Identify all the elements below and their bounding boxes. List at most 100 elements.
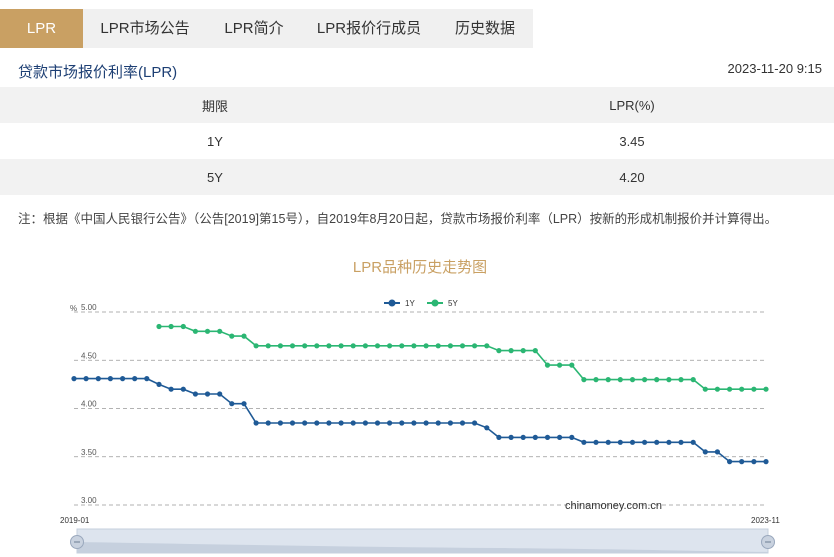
data-point-1y[interactable]: [289, 420, 296, 426]
data-point-5y[interactable]: [241, 333, 247, 339]
data-point-5y[interactable]: [678, 377, 684, 383]
data-point-1y[interactable]: [374, 420, 381, 426]
tab-lpr-quoting-banks[interactable]: LPR报价行成员: [301, 9, 437, 48]
data-point-1y[interactable]: [702, 449, 708, 455]
data-point-5y[interactable]: [387, 343, 393, 349]
legend-1y-label[interactable]: 1Y: [405, 299, 415, 308]
data-point-5y[interactable]: [763, 386, 769, 392]
data-point-5y[interactable]: [714, 386, 721, 392]
data-point-5y[interactable]: [289, 343, 296, 349]
data-point-1y[interactable]: [544, 434, 551, 440]
data-point-1y[interactable]: [532, 434, 538, 440]
data-point-1y[interactable]: [569, 434, 575, 440]
tab-lpr[interactable]: LPR: [0, 9, 83, 48]
data-point-1y[interactable]: [447, 420, 453, 426]
data-point-5y[interactable]: [569, 362, 575, 368]
data-point-1y[interactable]: [496, 434, 502, 440]
data-point-5y[interactable]: [156, 323, 162, 330]
data-point-5y[interactable]: [702, 386, 708, 392]
data-point-5y[interactable]: [666, 377, 672, 383]
data-point-1y[interactable]: [472, 420, 478, 426]
data-point-5y[interactable]: [751, 386, 757, 392]
data-point-5y[interactable]: [581, 377, 587, 383]
data-point-1y[interactable]: [338, 420, 344, 426]
data-point-1y[interactable]: [484, 425, 490, 431]
data-point-5y[interactable]: [338, 343, 344, 349]
data-point-1y[interactable]: [107, 376, 113, 382]
data-point-1y[interactable]: [605, 439, 611, 445]
data-point-1y[interactable]: [739, 459, 745, 465]
data-point-5y[interactable]: [277, 343, 283, 349]
data-point-1y[interactable]: [666, 439, 672, 445]
data-point-5y[interactable]: [362, 343, 368, 349]
data-point-1y[interactable]: [265, 420, 271, 426]
data-point-1y[interactable]: [654, 439, 660, 445]
data-point-5y[interactable]: [399, 343, 405, 349]
data-point-5y[interactable]: [265, 343, 271, 349]
data-point-5y[interactable]: [435, 343, 441, 349]
tab-lpr-introduction[interactable]: LPR简介: [207, 9, 301, 48]
data-point-5y[interactable]: [314, 343, 320, 349]
data-point-1y[interactable]: [168, 386, 174, 392]
data-point-5y[interactable]: [229, 333, 235, 339]
data-point-1y[interactable]: [217, 391, 223, 397]
data-point-1y[interactable]: [132, 376, 138, 382]
data-point-5y[interactable]: [204, 328, 211, 334]
data-point-5y[interactable]: [593, 377, 599, 383]
data-point-1y[interactable]: [156, 381, 162, 387]
data-point-5y[interactable]: [496, 348, 502, 354]
data-point-1y[interactable]: [71, 376, 77, 382]
data-point-5y[interactable]: [423, 343, 429, 349]
data-point-1y[interactable]: [350, 420, 356, 426]
data-point-5y[interactable]: [326, 343, 332, 349]
data-point-1y[interactable]: [399, 420, 405, 426]
tab-history-data[interactable]: 历史数据: [437, 9, 533, 48]
range-slider[interactable]: [70, 528, 775, 554]
data-point-1y[interactable]: [326, 420, 332, 426]
data-point-5y[interactable]: [411, 343, 417, 349]
data-point-1y[interactable]: [581, 439, 587, 445]
data-point-1y[interactable]: [557, 434, 563, 440]
data-point-5y[interactable]: [484, 343, 490, 349]
data-point-1y[interactable]: [727, 459, 733, 465]
data-point-5y[interactable]: [472, 343, 478, 349]
data-point-5y[interactable]: [192, 328, 198, 334]
data-point-5y[interactable]: [217, 328, 223, 334]
data-point-1y[interactable]: [593, 439, 599, 445]
data-point-1y[interactable]: [229, 401, 235, 407]
data-point-5y[interactable]: [727, 386, 733, 392]
legend-5y-label[interactable]: 5Y: [448, 299, 458, 308]
data-point-5y[interactable]: [459, 343, 466, 349]
data-point-5y[interactable]: [447, 343, 453, 349]
data-point-5y[interactable]: [374, 343, 381, 349]
data-point-1y[interactable]: [678, 439, 684, 445]
data-point-5y[interactable]: [508, 348, 514, 354]
data-point-5y[interactable]: [557, 362, 563, 368]
data-point-1y[interactable]: [642, 439, 648, 445]
data-point-5y[interactable]: [253, 343, 259, 349]
data-point-1y[interactable]: [520, 434, 526, 440]
data-point-1y[interactable]: [192, 391, 198, 397]
data-point-5y[interactable]: [544, 362, 551, 368]
data-point-1y[interactable]: [411, 420, 417, 426]
data-point-1y[interactable]: [83, 376, 89, 382]
data-point-1y[interactable]: [423, 420, 429, 426]
data-point-1y[interactable]: [690, 439, 696, 445]
data-point-1y[interactable]: [302, 420, 308, 426]
data-point-1y[interactable]: [204, 391, 211, 397]
tab-lpr-market-announcement[interactable]: LPR市场公告: [83, 9, 207, 48]
data-point-5y[interactable]: [168, 323, 174, 330]
data-point-5y[interactable]: [180, 323, 186, 330]
data-point-1y[interactable]: [253, 420, 259, 426]
data-point-5y[interactable]: [605, 377, 611, 383]
data-point-1y[interactable]: [95, 376, 101, 382]
data-point-5y[interactable]: [654, 377, 660, 383]
data-point-5y[interactable]: [532, 348, 538, 354]
data-point-1y[interactable]: [714, 449, 721, 455]
data-point-1y[interactable]: [144, 376, 150, 382]
data-point-5y[interactable]: [520, 348, 526, 354]
data-point-5y[interactable]: [690, 377, 696, 383]
data-point-5y[interactable]: [302, 343, 308, 349]
data-point-1y[interactable]: [751, 459, 757, 465]
data-point-1y[interactable]: [120, 376, 126, 382]
